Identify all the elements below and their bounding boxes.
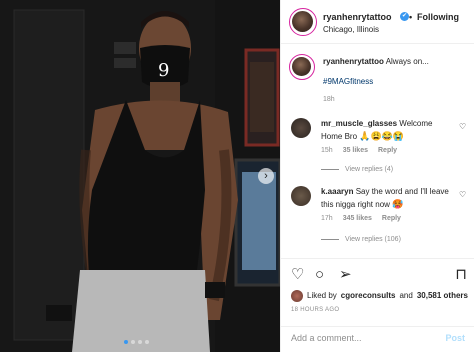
author-username[interactable]: ryanhenrytattoo xyxy=(323,12,392,22)
likes-count[interactable]: 30,581 others xyxy=(417,290,468,302)
comment-avatar[interactable] xyxy=(291,186,311,206)
liker-avatar[interactable] xyxy=(291,290,303,302)
comment-input[interactable]: Add a comment... xyxy=(291,333,362,343)
photo-dot xyxy=(138,340,142,344)
svg-text:9: 9 xyxy=(158,60,169,81)
comment-2-view-replies[interactable]: View replies (106) xyxy=(321,236,401,243)
post-age[interactable]: 18 HOURS AGO xyxy=(291,307,339,313)
share-icon[interactable]: ➢ xyxy=(339,266,352,284)
comment-2-emojis: 🥵 xyxy=(392,199,404,209)
photo-dot xyxy=(145,340,149,344)
comment-2-body: k.aaaryn Say the word and I'll leave thi… xyxy=(321,186,455,211)
post-photo[interactable]: 9 › xyxy=(0,0,280,352)
location-link[interactable]: Chicago, Illinois xyxy=(323,25,379,34)
bookmark-icon[interactable]: ⊓ xyxy=(455,266,467,284)
verified-icon: ✔ xyxy=(400,12,409,21)
comment-1-like-icon[interactable]: ♡ xyxy=(459,122,466,131)
comment-1-username[interactable]: mr_muscle_glasses xyxy=(321,119,397,128)
caption: ryanhenrytattoo Always on... xyxy=(323,56,469,68)
comment-2-reply-button[interactable]: Reply xyxy=(382,215,401,222)
likes-summary: Liked by cgoreconsults and 30,581 others xyxy=(291,290,468,302)
post-comment-button[interactable]: Post xyxy=(445,333,465,343)
photo-pagination-dots xyxy=(124,340,149,344)
comment-2-view-replies-label[interactable]: View replies (106) xyxy=(345,236,401,243)
comment-1-body: mr_muscle_glasses Welcome Home Bro 🙏😩😂😭 xyxy=(321,118,455,143)
liker-username[interactable]: cgoreconsults xyxy=(341,290,396,302)
caption-text: Always on... xyxy=(385,57,429,66)
photo-next-button[interactable]: › xyxy=(258,168,274,184)
comment-1-reply-button[interactable]: Reply xyxy=(378,147,397,154)
heart-icon[interactable]: ♡ xyxy=(291,266,304,284)
action-bar: ♡ ○ ➢ ⊓ xyxy=(291,266,467,284)
post-sidebar: ryanhenrytattoo ✔ • Following Chicago, I… xyxy=(280,0,474,352)
comment-1-view-replies[interactable]: View replies (4) xyxy=(321,166,393,173)
comment-1-time[interactable]: 15h xyxy=(321,147,333,154)
comment-bar: Add a comment... Post xyxy=(281,326,474,352)
following-button[interactable]: Following xyxy=(417,12,459,22)
avatar[interactable] xyxy=(292,11,313,32)
caption-username[interactable]: ryanhenrytattoo xyxy=(323,57,384,66)
comment-icon[interactable]: ○ xyxy=(315,266,324,284)
story-ring[interactable] xyxy=(289,8,317,36)
comment-1-likes[interactable]: 35 likes xyxy=(343,147,368,154)
divider xyxy=(281,258,474,259)
comment-2-like-icon[interactable]: ♡ xyxy=(459,190,466,199)
comment-1-meta: 15h 35 likes Reply xyxy=(321,147,397,154)
comment-1-emojis: 🙏😩😂😭 xyxy=(359,131,405,141)
comment-2-time[interactable]: 17h xyxy=(321,215,333,222)
comment-1-view-replies-label[interactable]: View replies (4) xyxy=(345,166,393,173)
replies-line xyxy=(321,169,339,170)
likes-prefix: Liked by xyxy=(307,291,337,300)
caption-time[interactable]: 18h xyxy=(323,96,335,103)
replies-line xyxy=(321,239,339,240)
photo-illustration: 9 xyxy=(0,0,280,352)
photo-dot xyxy=(131,340,135,344)
comment-2-username[interactable]: k.aaaryn xyxy=(321,187,353,196)
comment-2-likes[interactable]: 345 likes xyxy=(343,215,372,222)
caption-hashtag[interactable]: #9MAGfitness xyxy=(323,77,373,86)
post-header: ryanhenrytattoo ✔ • Following Chicago, I… xyxy=(281,0,474,44)
likes-suffix: and xyxy=(399,291,413,300)
comment-avatar[interactable] xyxy=(291,118,311,138)
photo-dot xyxy=(124,340,128,344)
caption-story-ring[interactable] xyxy=(289,54,315,80)
comment-2-meta: 17h 345 likes Reply xyxy=(321,215,401,222)
caption-avatar[interactable] xyxy=(292,57,311,76)
separator: • xyxy=(409,12,413,22)
